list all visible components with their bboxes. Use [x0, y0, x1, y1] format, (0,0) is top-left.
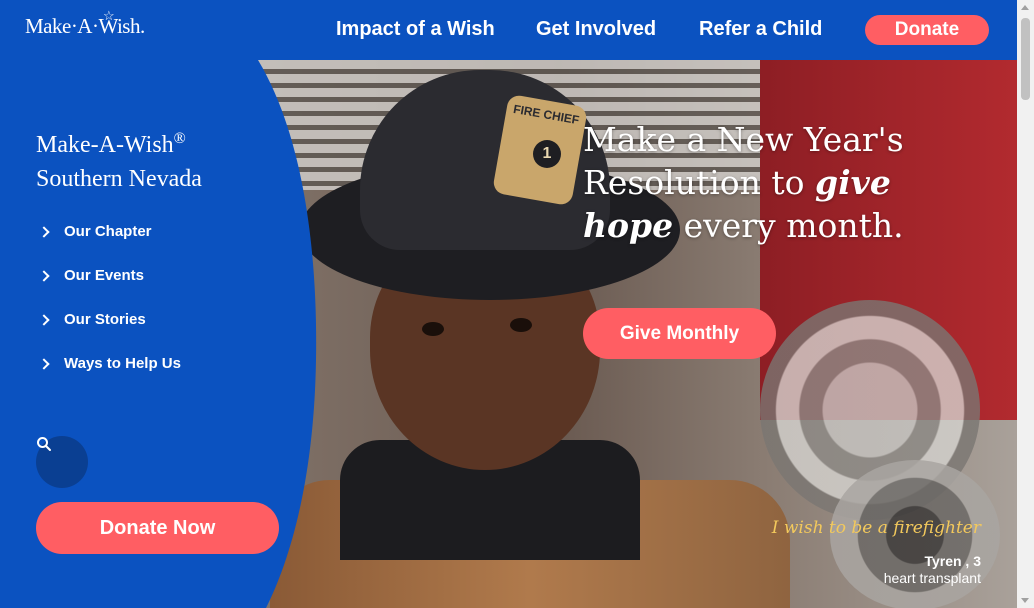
- scroll-up-arrow-icon[interactable]: [1021, 5, 1029, 10]
- donate-now-button[interactable]: Donate Now: [36, 502, 279, 554]
- search-button[interactable]: [36, 436, 88, 488]
- search-icon: [37, 437, 51, 451]
- child-name: Tyren , 3: [924, 553, 981, 569]
- scrollbar-thumb[interactable]: [1021, 18, 1030, 100]
- nav-refer-a-child[interactable]: Refer a Child: [699, 18, 822, 41]
- sidebar-item-label: Our Stories: [64, 311, 146, 328]
- chevron-right-icon: [38, 269, 50, 282]
- give-monthly-button[interactable]: Give Monthly: [583, 308, 776, 359]
- nav-impact-of-a-wish[interactable]: Impact of a Wish: [336, 18, 495, 41]
- chapter-title-line1: Make-A-Wish: [36, 132, 174, 158]
- headline-part2: every month.: [683, 206, 904, 245]
- sidebar-item-our-events[interactable]: Our Events: [38, 267, 145, 284]
- wish-quote: I wish to be a firefighter: [771, 518, 981, 538]
- page-scrollbar[interactable]: [1017, 0, 1034, 608]
- registered-mark: ®: [173, 130, 186, 147]
- sidebar-item-our-stories[interactable]: Our Stories: [38, 311, 146, 328]
- sidebar-item-label: Our Chapter: [64, 223, 152, 240]
- sidebar-item-label: Our Events: [64, 267, 145, 284]
- chapter-title: Make-A-Wish® Southern Nevada: [36, 122, 296, 196]
- child-condition: heart transplant: [883, 570, 981, 586]
- header-donate-button[interactable]: Donate: [865, 15, 989, 45]
- sidebar-item-ways-to-help[interactable]: Ways to Help Us: [38, 355, 181, 372]
- chevron-right-icon: [38, 357, 50, 370]
- make-a-wish-logo[interactable]: Make·A·Wish. ☆: [25, 8, 145, 39]
- child-eye-right: [510, 318, 532, 332]
- helmet-badge-number: 1: [533, 140, 561, 168]
- sidebar-item-label: Ways to Help Us: [64, 355, 181, 372]
- sidebar-item-our-chapter[interactable]: Our Chapter: [38, 223, 152, 240]
- chevron-right-icon: [38, 313, 50, 326]
- logo-text: Make·A·Wish.: [25, 14, 145, 38]
- scroll-down-arrow-icon[interactable]: [1021, 598, 1029, 603]
- chevron-right-icon: [38, 225, 50, 238]
- nav-get-involved[interactable]: Get Involved: [536, 18, 656, 41]
- top-nav-bar: Make·A·Wish. ☆ Impact of a Wish Get Invo…: [0, 0, 1017, 60]
- child-eye-left: [422, 322, 444, 336]
- chapter-title-line2: Southern Nevada: [36, 166, 202, 192]
- hero-headline: Make a New Year's Resolution to give hop…: [583, 118, 943, 247]
- chapter-sidebar: Make-A-Wish® Southern Nevada Our Chapter…: [0, 60, 318, 608]
- logo-star-icon: ☆: [103, 8, 115, 23]
